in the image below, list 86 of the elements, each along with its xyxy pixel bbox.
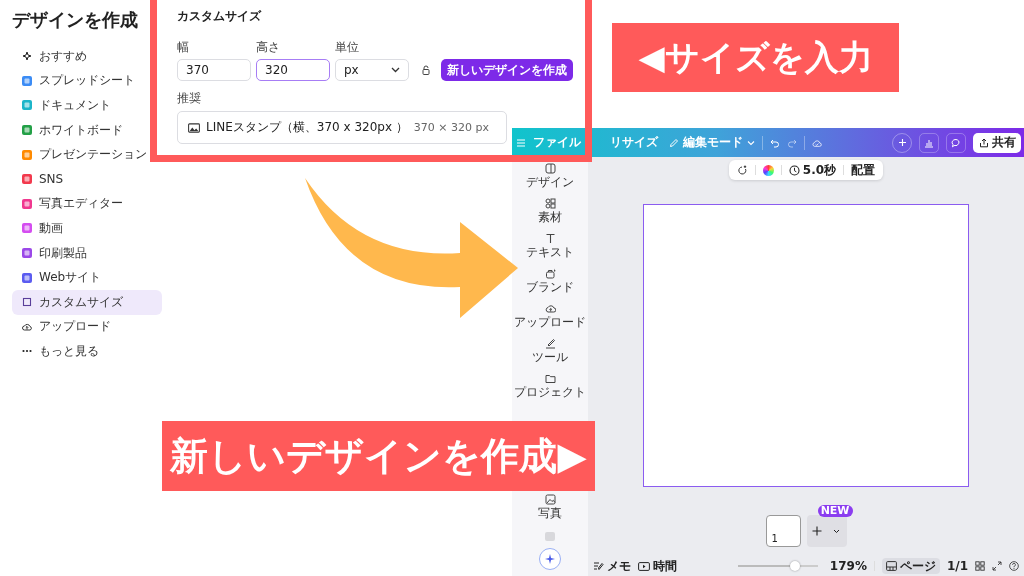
sidebar-item[interactable]: 動画 bbox=[12, 216, 162, 241]
magic-button[interactable] bbox=[539, 548, 561, 570]
pencil-icon bbox=[669, 137, 679, 148]
page-title: デザインを作成 bbox=[12, 8, 139, 32]
suggestion-item[interactable]: LINEスタンプ（横、370 x 320px ） 370 × 320 px bbox=[177, 111, 507, 144]
rail-item[interactable]: 素材 bbox=[538, 198, 562, 233]
text-icon bbox=[544, 233, 556, 244]
cloud-upload-icon bbox=[22, 321, 32, 332]
position-button[interactable]: 配置 bbox=[851, 161, 876, 179]
callout-label: 新しいデザインを作成▶ bbox=[162, 421, 595, 491]
rail-item[interactable]: テキスト bbox=[526, 233, 574, 268]
plus-icon bbox=[897, 138, 907, 147]
cloud-upload-icon bbox=[544, 303, 556, 314]
page-thumbnail[interactable]: 1 bbox=[765, 515, 801, 547]
rail-placeholder bbox=[545, 532, 555, 541]
folder-icon bbox=[544, 373, 556, 384]
slider-thumb[interactable] bbox=[790, 560, 801, 571]
field-label: 高さ bbox=[256, 39, 281, 56]
sidebar-item[interactable]: 印刷製品 bbox=[12, 240, 162, 266]
sidebar-item[interactable]: 写真エディター bbox=[12, 191, 162, 217]
create-design-button[interactable]: 新しいデザインを作成 bbox=[441, 59, 573, 81]
zoom-value: 179% bbox=[829, 559, 867, 573]
suggestion-size: 370 × 320 px bbox=[413, 121, 490, 134]
notes-icon bbox=[593, 561, 604, 571]
bag-icon bbox=[544, 268, 556, 279]
sidebar-item[interactable]: アップロード bbox=[12, 314, 162, 340]
page-count: 1/1 bbox=[946, 559, 968, 573]
suggestion-name: LINEスタンプ（横、370 x 320px ） bbox=[206, 119, 408, 136]
image-icon bbox=[544, 494, 556, 505]
dialog-title: カスタムサイズ bbox=[177, 8, 263, 25]
cloud-check-icon[interactable] bbox=[812, 137, 822, 148]
redo-icon[interactable] bbox=[787, 137, 797, 148]
bar-chart-icon bbox=[924, 137, 934, 148]
sidebar-item[interactable]: ホワイトボード bbox=[12, 117, 162, 143]
lock-icon[interactable] bbox=[422, 65, 430, 75]
callout-label: ◀サイズを入力 bbox=[612, 23, 899, 92]
shapes-icon bbox=[544, 198, 556, 209]
caret-icon bbox=[747, 139, 755, 146]
section-label: 推奨 bbox=[177, 90, 202, 107]
plus-icon bbox=[811, 526, 822, 536]
sidebar-item[interactable]: もっと見る bbox=[12, 339, 162, 364]
help-icon[interactable] bbox=[1009, 561, 1019, 571]
color-wheel-icon[interactable] bbox=[762, 164, 774, 176]
insights-button[interactable] bbox=[919, 132, 939, 153]
fullscreen-icon[interactable] bbox=[992, 561, 1002, 571]
speech-bubble-icon bbox=[951, 137, 961, 148]
field-label: 単位 bbox=[335, 39, 360, 56]
notes-button[interactable]: メモ bbox=[593, 557, 631, 575]
input-field[interactable]: 320 bbox=[256, 59, 330, 81]
sidebar-item[interactable]: スプレッドシート bbox=[12, 68, 162, 94]
duration-button[interactable]: 5.0秒 bbox=[788, 161, 837, 179]
sidebar-item[interactable]: Webサイト bbox=[12, 265, 162, 290]
comment-button[interactable] bbox=[946, 132, 966, 153]
rail-item[interactable]: ブランド bbox=[526, 268, 574, 303]
undo-icon[interactable] bbox=[770, 137, 780, 148]
sidebar-item[interactable]: SNS bbox=[12, 166, 162, 192]
caret-icon bbox=[391, 67, 400, 73]
share-button[interactable]: 共有 bbox=[973, 132, 1021, 153]
rail-item[interactable]: ツール bbox=[532, 338, 568, 373]
grid-view-icon[interactable] bbox=[975, 561, 985, 571]
sidebar-item[interactable]: プレゼンテーション bbox=[12, 142, 162, 167]
image-icon bbox=[188, 122, 200, 133]
rail-item[interactable]: 写真 bbox=[538, 494, 562, 529]
sidebar-item[interactable]: おすすめ bbox=[12, 44, 162, 69]
sparkle-icon bbox=[22, 51, 32, 62]
rail-item[interactable]: アップロード bbox=[514, 303, 586, 338]
clock-icon bbox=[788, 164, 800, 176]
frame-icon bbox=[22, 297, 32, 308]
share-icon bbox=[978, 137, 989, 148]
timer-button[interactable]: 時間 bbox=[638, 557, 677, 575]
field-label: 幅 bbox=[177, 39, 190, 56]
caret-icon[interactable] bbox=[832, 528, 840, 534]
sparkle-icon bbox=[544, 553, 556, 565]
input-field[interactable]: 370 bbox=[177, 59, 251, 81]
pages-icon bbox=[885, 561, 897, 571]
pen-icon bbox=[544, 338, 556, 349]
rail-item[interactable]: プロジェクト bbox=[514, 373, 586, 408]
play-icon bbox=[638, 561, 650, 571]
animate-icon[interactable] bbox=[736, 164, 748, 176]
new-badge: NEW bbox=[817, 505, 853, 517]
pages-button[interactable]: ページ bbox=[881, 558, 940, 574]
rail-item[interactable]: デザイン bbox=[526, 163, 574, 198]
unit-dropdown[interactable]: px bbox=[335, 59, 409, 81]
panel-icon bbox=[544, 163, 556, 174]
sidebar-item[interactable]: カスタムサイズ bbox=[12, 289, 162, 315]
sidebar-item[interactable]: ドキュメント bbox=[12, 93, 162, 118]
